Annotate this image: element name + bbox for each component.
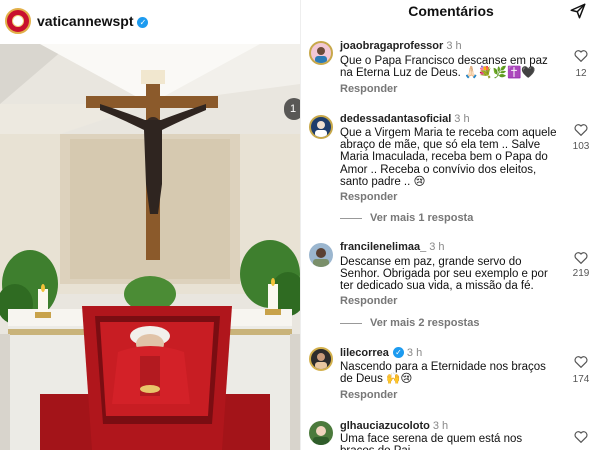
post-header: vaticannewspt ✓: [0, 0, 300, 44]
replies-divider: [340, 322, 362, 324]
heart-icon[interactable]: [574, 49, 588, 62]
replies-divider: [340, 217, 362, 219]
vatican-emblem-icon: [12, 15, 24, 27]
comment-username-text: francilenelimaa_: [340, 241, 427, 253]
like-count: 12: [575, 68, 587, 79]
comment-item: lilecorrea ✓ 3 h Nascendo para a Eternidad…: [301, 345, 600, 405]
commenter-avatar[interactable]: [309, 243, 333, 267]
heart-icon[interactable]: [574, 430, 588, 443]
comment-time: 3 h: [429, 241, 445, 253]
comment-time: 3 h: [454, 113, 470, 125]
view-more-replies-text: Ver mais 1 resposta: [370, 212, 474, 224]
like-count: 103: [572, 141, 590, 152]
account-avatar[interactable]: [5, 8, 31, 34]
reply-button[interactable]: Responder: [340, 83, 397, 95]
like-count: 219: [572, 268, 590, 279]
comment-username[interactable]: dedessadantasoficial 3 h: [340, 113, 470, 125]
heart-icon[interactable]: [574, 251, 588, 264]
commenter-avatar[interactable]: [309, 347, 333, 371]
like-count: 174: [572, 374, 590, 385]
comment-text: Que o Papa Francisco descanse em paz na …: [340, 55, 548, 80]
avatar-portrait-icon: [315, 353, 327, 369]
post-photo: [0, 44, 300, 450]
reply-button[interactable]: Responder: [340, 191, 397, 203]
comment-item: glhauciazucoloto 3 h Uma face serena de q…: [301, 418, 600, 450]
comments-header: Comentários: [301, 0, 600, 26]
view-more-replies[interactable]: Ver mais 1 resposta: [340, 212, 473, 224]
comment-item: francilenelimaa_ 3 h Descanse em paz, gra…: [301, 239, 600, 334]
post-username-text: vaticannewspt: [37, 13, 134, 29]
commenter-avatar[interactable]: [309, 421, 333, 445]
view-more-replies-text: Ver mais 2 respostas: [370, 317, 480, 329]
comment-time: 3 h: [406, 347, 423, 359]
comment-username[interactable]: lilecorrea ✓ 3 h: [340, 347, 422, 359]
carousel-next-button[interactable]: 1: [284, 98, 300, 120]
comment-username[interactable]: francilenelimaa_ 3 h: [340, 241, 445, 253]
comments-title: Comentários: [408, 3, 494, 19]
comment-time: 3 h: [432, 420, 449, 432]
post-username[interactable]: vaticannewspt ✓: [37, 13, 149, 29]
post-image[interactable]: 1: [0, 44, 300, 450]
paper-plane-icon[interactable]: [569, 2, 587, 20]
avatar-portrait-icon: [315, 47, 327, 63]
comment-item: joaobragaprofessor 3 h Que o Papa Francis…: [301, 38, 600, 96]
comment-username[interactable]: glhauciazucoloto 3 h: [340, 420, 448, 432]
heart-icon[interactable]: [574, 123, 588, 136]
comment-text: Descanse em paz, grande servo do Senhor.…: [340, 256, 548, 293]
comment-username-text: glhauciazucoloto: [340, 420, 430, 432]
commenter-avatar[interactable]: [309, 115, 333, 139]
heart-icon[interactable]: [574, 355, 588, 368]
comment-time: 3 h: [446, 40, 462, 52]
comment-item: dedessadantasoficial 3 h Que a Virgem Mar…: [301, 111, 600, 229]
avatar-portrait-icon: [315, 121, 327, 137]
comment-username-text: lilecorrea: [340, 347, 389, 359]
comment-text: Uma face serena de quem está nos braços …: [340, 433, 523, 450]
comment-username[interactable]: joaobragaprofessor 3 h: [340, 40, 462, 52]
commenter-avatar[interactable]: [309, 41, 333, 65]
view-more-replies[interactable]: Ver mais 2 respostas: [340, 317, 479, 329]
comments-panel: Comentários joaobragaprofessor 3 h Que o …: [300, 0, 600, 450]
comment-username-text: dedessadantasoficial: [340, 113, 452, 125]
comment-username-text: joaobragaprofessor: [340, 40, 444, 52]
post-panel: vaticannewspt ✓ 1: [0, 0, 300, 450]
reply-button[interactable]: Responder: [340, 295, 397, 307]
verified-badge-icon: ✓: [392, 347, 404, 358]
verified-badge-icon: ✓: [137, 17, 149, 28]
comment-text: Que a Virgem Maria te receba com aquele …: [340, 127, 557, 188]
comment-text: Nascendo para a Eternidade nos braços de…: [340, 361, 546, 386]
avatar-portrait-icon: [313, 426, 329, 445]
avatar-portrait-icon: [313, 248, 329, 267]
reply-button[interactable]: Responder: [340, 389, 397, 401]
